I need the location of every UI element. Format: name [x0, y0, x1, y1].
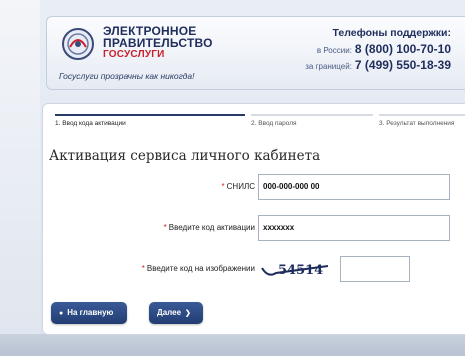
step-3: 3. Результат выполнения [379, 114, 465, 127]
captcha-input[interactable] [340, 256, 410, 282]
snils-label-text: СНИЛС [226, 182, 255, 191]
abroad-phone: 7 (499) 550-18-39 [354, 58, 451, 72]
captcha-image: 54514 [261, 263, 329, 278]
abroad-label: за границей: [305, 62, 352, 71]
home-button[interactable]: ● На главную [51, 302, 127, 324]
required-star: * [221, 182, 225, 191]
step-2: 2. Ввод пароля [251, 114, 373, 127]
required-star: * [141, 264, 145, 273]
page-title: Активация сервиса личного кабинета [49, 148, 321, 164]
russia-phone: 8 (800) 100-70-10 [354, 42, 451, 56]
support-phones: Телефоны поддержки: в России: 8 (800) 100… [305, 27, 451, 74]
home-button-label: На главную [67, 308, 114, 317]
background-left [0, 0, 40, 356]
gosuslugi-emblem-icon[interactable] [61, 27, 95, 61]
captcha-label: * Введите код на изображении [142, 264, 255, 273]
step-1: 1. Ввод кода активации [55, 114, 245, 127]
next-button[interactable]: Далее ❯ [149, 302, 203, 324]
activation-code-input[interactable]: xxxxxxx [258, 215, 450, 241]
chevron-right-icon: ❯ [185, 310, 191, 317]
snils-input[interactable]: 000-000-000 00 [258, 174, 450, 200]
site-header: ЭЛЕКТРОННОЕ ПРАВИТЕЛЬСТВО ГОСУСЛУГИ Госу… [46, 16, 465, 90]
activation-code-label-text: Введите код активации [168, 223, 255, 232]
brand-name[interactable]: ЭЛЕКТРОННОЕ ПРАВИТЕЛЬСТВО ГОСУСЛУГИ [103, 25, 213, 61]
home-icon: ● [59, 310, 64, 317]
slogan: Госуслуги прозрачны как никогда! [59, 71, 195, 81]
captcha-text: 54514 [278, 263, 323, 278]
snils-label: * СНИЛС [222, 182, 255, 191]
phone-russia: в России: 8 (800) 100-70-10 [305, 42, 451, 58]
next-button-label: Далее [157, 308, 182, 317]
captcha-label-text: Введите код на изображении [146, 264, 255, 273]
russia-label: в России: [316, 46, 352, 55]
support-title: Телефоны поддержки: [332, 27, 451, 39]
phone-abroad: за границей: 7 (499) 550-18-39 [305, 58, 451, 74]
step-progress: 1. Ввод кода активации 2. Ввод пароля 3.… [55, 114, 465, 128]
activation-code-label: * Введите код активации [164, 223, 255, 232]
required-star: * [163, 223, 167, 232]
activation-panel: 1. Ввод кода активации 2. Ввод пароля 3.… [42, 103, 465, 335]
bottom-shade [0, 334, 465, 356]
brand-line-2: ПРАВИТЕЛЬСТВО [103, 36, 213, 50]
brand-line-3: ГОСУСЛУГИ [103, 49, 165, 60]
